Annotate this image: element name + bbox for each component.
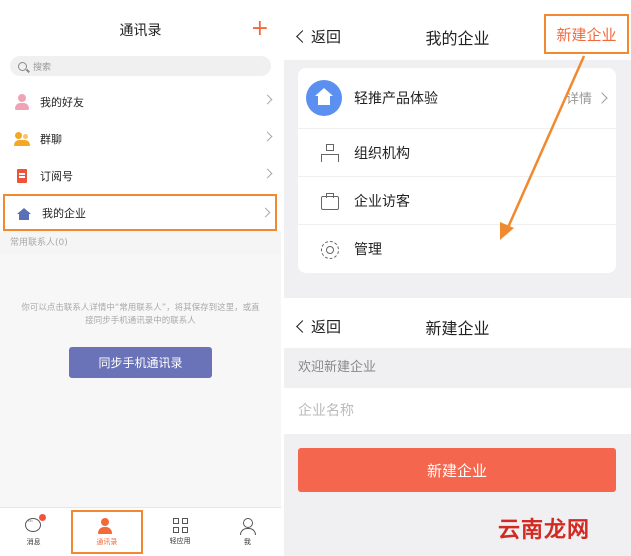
back-button[interactable]: 返回 bbox=[296, 316, 342, 337]
friend-icon bbox=[14, 93, 30, 110]
sync-contacts-button[interactable]: 同步手机通讯录 bbox=[69, 347, 212, 378]
menu-item-label: 企业访客 bbox=[354, 193, 410, 210]
add-icon[interactable]: + bbox=[251, 18, 269, 40]
watermark-logo: 云南龙网 bbox=[498, 518, 591, 543]
menu-item-organization[interactable]: 组织机构 bbox=[298, 128, 616, 176]
chevron-right-icon bbox=[262, 94, 273, 105]
group-icon bbox=[14, 131, 30, 147]
chevron-right-icon bbox=[596, 91, 608, 104]
org-chart-icon bbox=[320, 143, 339, 162]
list-item-label: 订阅号 bbox=[40, 169, 73, 183]
menu-item-label: 管理 bbox=[354, 241, 382, 258]
create-enterprise-button[interactable]: 新建企业 bbox=[298, 448, 616, 492]
apps-grid-icon bbox=[172, 518, 188, 533]
detail-link[interactable]: 详情 bbox=[565, 88, 608, 107]
enterprise-name: 轻推产品体验 bbox=[354, 91, 438, 107]
chevron-right-icon bbox=[260, 207, 271, 218]
chevron-right-icon bbox=[262, 131, 273, 142]
tab-label: 消息 bbox=[26, 537, 41, 546]
menu-item-visitors[interactable]: 企业访客 bbox=[298, 176, 616, 224]
section-header: 常用联系人(0) bbox=[0, 231, 281, 255]
list-item-subscriptions[interactable]: 订阅号 bbox=[0, 157, 281, 194]
message-icon bbox=[24, 513, 46, 534]
tab-label: 通讯录 bbox=[96, 537, 118, 546]
enterprise-icon bbox=[16, 205, 32, 221]
enterprise-logo-icon bbox=[306, 80, 342, 116]
briefcase-icon bbox=[320, 192, 339, 210]
back-button[interactable]: 返回 bbox=[296, 26, 342, 47]
detail-label: 详情 bbox=[565, 92, 592, 107]
chevron-left-icon bbox=[296, 320, 309, 333]
gear-icon bbox=[320, 240, 339, 259]
chevron-left-icon bbox=[296, 30, 309, 43]
tab-messages[interactable]: 消息 bbox=[0, 508, 67, 556]
tab-me[interactable]: 我 bbox=[214, 508, 281, 556]
enterprise-header: 我的企业 返回 新建企业 bbox=[284, 0, 631, 60]
list-item-friends[interactable]: 我的好友 bbox=[0, 83, 281, 120]
tab-bar: 消息 通讯录 轻应用 我 bbox=[0, 507, 281, 556]
chevron-right-icon bbox=[262, 168, 273, 179]
list-item-label: 我的企业 bbox=[42, 206, 86, 220]
menu-item-manage[interactable]: 管理 bbox=[298, 224, 616, 272]
list-item-groups[interactable]: 群聊 bbox=[0, 120, 281, 157]
list-item-label: 我的好友 bbox=[40, 95, 84, 109]
welcome-label: 欢迎新建企业 bbox=[284, 348, 631, 388]
back-label: 返回 bbox=[311, 318, 342, 336]
empty-contacts-area: 你可以点击联系人详情中“常用联系人”，将其保存到这里，或直接同步手机通讯录中的联… bbox=[0, 255, 281, 507]
subscription-icon bbox=[14, 168, 30, 184]
empty-hint: 你可以点击联系人详情中“常用联系人”，将其保存到这里，或直接同步手机通讯录中的联… bbox=[21, 303, 260, 326]
tab-apps[interactable]: 轻应用 bbox=[147, 508, 214, 556]
enterprise-name-input[interactable] bbox=[284, 388, 631, 434]
list-item-my-enterprise[interactable]: 我的企业 bbox=[3, 194, 277, 231]
enterprise-card: 轻推产品体验 详情 组织机构 企业访客 管理 bbox=[298, 68, 616, 273]
enterprise-panel: 我的企业 返回 新建企业 轻推产品体验 详情 组织机构 企业访客 管理 新建企业… bbox=[284, 0, 631, 556]
search-placeholder: 搜索 bbox=[33, 62, 52, 73]
tab-label: 我 bbox=[243, 537, 251, 546]
tab-label: 轻应用 bbox=[169, 537, 191, 545]
contacts-icon bbox=[97, 517, 116, 534]
unread-badge bbox=[38, 513, 46, 521]
tab-contacts[interactable]: 通讯录 bbox=[71, 510, 143, 554]
search-bar[interactable]: 搜索 bbox=[10, 56, 271, 76]
menu-item-label: 组织机构 bbox=[354, 145, 410, 162]
contacts-panel: 通讯录 + 搜索 我的好友 群聊 订阅号 我的企业 常用联系人(0) 你可以点击… bbox=[0, 0, 281, 556]
search-icon bbox=[18, 61, 27, 71]
create-enterprise-header: 新建企业 返回 bbox=[284, 298, 631, 348]
page-title: 通讯录 bbox=[119, 23, 162, 39]
contacts-list: 我的好友 群聊 订阅号 我的企业 bbox=[0, 83, 281, 231]
profile-icon bbox=[238, 517, 257, 535]
list-item-label: 群聊 bbox=[40, 132, 62, 146]
back-label: 返回 bbox=[311, 28, 342, 46]
contacts-header: 通讯录 + bbox=[0, 0, 281, 60]
new-enterprise-button[interactable]: 新建企业 bbox=[544, 14, 629, 54]
enterprise-row[interactable]: 轻推产品体验 详情 bbox=[298, 68, 616, 128]
